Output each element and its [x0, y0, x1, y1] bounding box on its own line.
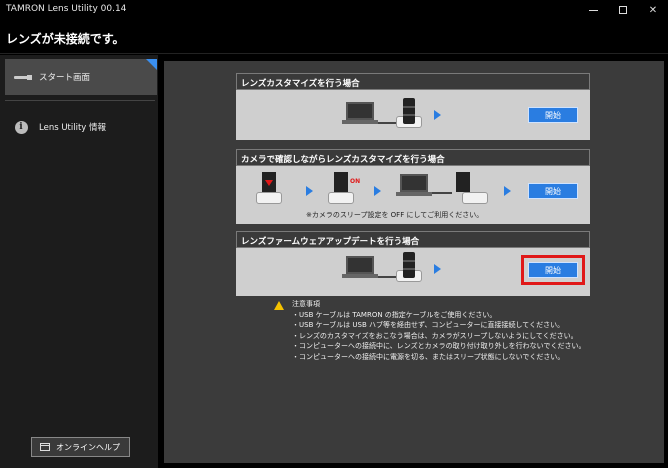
sleep-setting-note: ※カメラのスリープ設定を OFF にしてご利用ください。: [306, 211, 484, 219]
panel-body: 開始: [236, 90, 590, 140]
arrow-right-icon: [374, 186, 381, 196]
lens-dock-icon: [256, 192, 282, 204]
notice: 注意事項 ・USB ケーブルは TAMRON の指定ケーブルをご使用ください。 …: [292, 299, 585, 362]
window-icon: [40, 443, 50, 451]
arrow-right-icon: [306, 186, 313, 196]
sidebar-item-label: スタート画面: [39, 73, 91, 83]
warning-icon: [274, 301, 284, 310]
notice-line: ・レンズのカスタマイズをおこなう場合は、カメラがスリープしないようにしてください…: [292, 331, 578, 340]
power-on-label: ON: [350, 178, 361, 185]
camera-icon: [334, 172, 348, 192]
maximize-button[interactable]: [608, 0, 638, 20]
sidebar-divider: [5, 100, 155, 101]
sidebar-item-lens-utility-info[interactable]: i Lens Utility 情報: [5, 109, 157, 145]
start-button[interactable]: 開始: [528, 183, 578, 199]
notice-line: ・コンピューターへの接続中に、レンズとカメラの取り付け取り外しを行わないでくださ…: [292, 342, 586, 350]
sidebar-item-start-screen[interactable]: スタート画面: [5, 59, 157, 95]
maximize-icon: [619, 6, 627, 14]
panel-title: レンズファームウェアアップデートを行う場合: [236, 231, 590, 248]
content-panel: レンズカスタマイズを行う場合 開始 カメラで確認しながらレンズカスタマイズを行う…: [164, 61, 664, 463]
lens-dock-icon: [328, 192, 354, 204]
minimize-icon: [588, 9, 598, 11]
main-area: レンズカスタマイズを行う場合 開始 カメラで確認しながらレンズカスタマイズを行う…: [160, 55, 668, 468]
laptop-icon: [396, 174, 432, 196]
start-button[interactable]: 開始: [528, 107, 578, 123]
notice-line: ・USB ケーブルは TAMRON の指定ケーブルをご使用ください。: [292, 310, 497, 319]
laptop-icon: [342, 256, 378, 278]
camera-customize-panel: カメラで確認しながらレンズカスタマイズを行う場合 ON 開始 ※カメラのスリープ…: [236, 149, 590, 224]
online-help-label: オンラインヘルプ: [56, 442, 120, 452]
lens-dock-icon: [462, 192, 488, 204]
sidebar: スタート画面 i Lens Utility 情報 オンラインヘルプ: [0, 55, 158, 468]
lens-customize-panel: レンズカスタマイズを行う場合 開始: [236, 73, 590, 140]
start-button[interactable]: 開始: [528, 262, 578, 278]
close-button[interactable]: ✕: [638, 0, 668, 20]
lens-icon: [403, 98, 415, 124]
cable-icon: [9, 74, 33, 80]
laptop-icon: [342, 102, 378, 124]
info-icon: i: [9, 120, 33, 134]
panel-title: カメラで確認しながらレンズカスタマイズを行う場合: [236, 149, 590, 166]
window-title: TAMRON Lens Utility 00.14: [6, 4, 127, 14]
attach-arrow-icon: [265, 180, 273, 186]
title-bar: TAMRON Lens Utility 00.14 ✕: [0, 0, 668, 20]
firmware-update-panel: レンズファームウェアアップデートを行う場合 開始: [236, 231, 590, 296]
arrow-right-icon: [434, 264, 441, 274]
sidebar-item-label: Lens Utility 情報: [39, 123, 107, 133]
panel-body: 開始: [236, 248, 590, 296]
panel-body: ON 開始 ※カメラのスリープ設定を OFF にしてご利用ください。: [236, 166, 590, 224]
panel-title: レンズカスタマイズを行う場合: [236, 73, 590, 90]
notice-heading: 注意事項: [292, 300, 320, 308]
minimize-button[interactable]: [578, 0, 608, 20]
online-help-button[interactable]: オンラインヘルプ: [31, 437, 130, 457]
active-indicator: [146, 59, 157, 70]
camera-icon: [456, 172, 470, 192]
notice-line: ・USB ケーブルは USB ハブ等を経由せず、コンピューターに直接接続してくだ…: [292, 321, 565, 329]
close-icon: ✕: [648, 4, 658, 16]
arrow-right-icon: [504, 186, 511, 196]
lens-icon: [403, 252, 415, 278]
status-header: レンズが未接続です。: [0, 20, 668, 54]
arrow-right-icon: [434, 110, 441, 120]
notice-line: ・コンピューターへの接続中に電源を切る、またはスリープ状態にしないでください。: [292, 352, 565, 361]
usb-cable-icon: [432, 192, 452, 194]
connection-status: レンズが未接続です。: [6, 32, 125, 46]
